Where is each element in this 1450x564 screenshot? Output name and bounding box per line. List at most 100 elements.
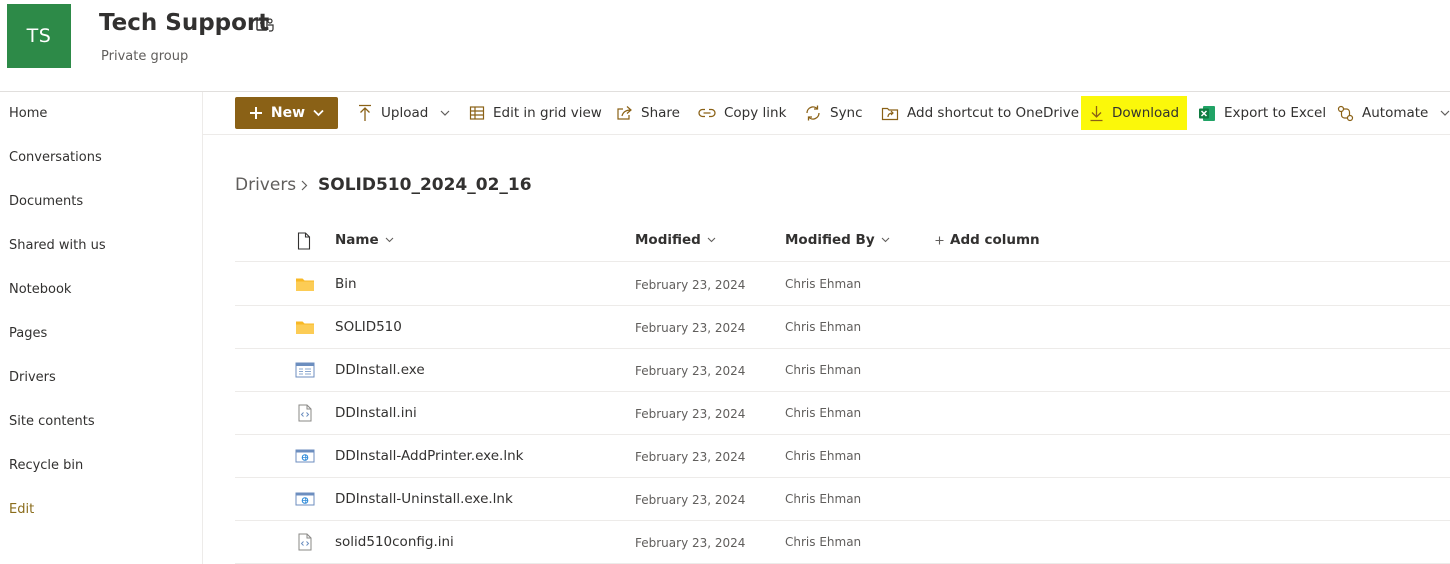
copy-link-button[interactable]: Copy link [698, 97, 786, 129]
chevron-down-icon [440, 110, 450, 116]
file-type-header-icon[interactable] [297, 232, 311, 250]
file-modified: February 23, 2024 [635, 536, 746, 550]
nav-item-documents[interactable]: Documents [9, 194, 83, 209]
code-file-icon [298, 533, 312, 551]
file-row-ddinstall-uninstall-lnk[interactable]: DDInstall-Uninstall.exe.lnk February 23,… [235, 478, 1450, 521]
column-header-modified[interactable]: Modified [635, 232, 716, 248]
new-button-label: New [270, 105, 306, 121]
file-name[interactable]: Bin [335, 276, 357, 292]
column-header-modified-by-label: Modified By [785, 232, 875, 248]
breadcrumb-current: SOLID510_2024_02_16 [318, 175, 532, 195]
new-button[interactable]: New [235, 97, 338, 129]
file-name[interactable]: DDInstall-Uninstall.exe.lnk [335, 491, 513, 507]
left-navigation: Home Conversations Documents Shared with… [0, 92, 203, 564]
download-icon [1090, 105, 1103, 121]
share-button[interactable]: Share [616, 97, 680, 129]
file-modified-by[interactable]: Chris Ehman [785, 449, 861, 463]
site-title[interactable]: Tech Support [99, 10, 269, 36]
file-modified: February 23, 2024 [635, 493, 746, 507]
folder-icon [296, 278, 314, 291]
nav-item-shared-with-us[interactable]: Shared with us [9, 238, 106, 253]
column-header-name-label: Name [335, 232, 379, 248]
plus-icon [249, 107, 262, 119]
automate-label: Automate [1362, 105, 1429, 121]
automate-button[interactable]: Automate [1337, 97, 1450, 129]
plus-icon [935, 236, 944, 244]
file-row-ddinstall-ini[interactable]: DDInstall.ini February 23, 2024 Chris Eh… [235, 392, 1450, 435]
chevron-down-icon [707, 237, 716, 243]
code-file-icon [298, 404, 312, 422]
site-logo[interactable]: TS [7, 4, 71, 68]
nav-item-notebook[interactable]: Notebook [9, 282, 71, 297]
nav-item-drivers[interactable]: Drivers [9, 370, 56, 385]
share-icon [617, 106, 632, 120]
copy-link-label: Copy link [724, 105, 787, 121]
download-button[interactable]: Download [1081, 96, 1188, 130]
site-subtitle: Private group [101, 49, 189, 64]
chevron-down-icon [881, 237, 890, 243]
column-header-name[interactable]: Name [335, 232, 394, 248]
file-modified: February 23, 2024 [635, 450, 746, 464]
folder-icon [296, 321, 314, 334]
upload-icon [359, 104, 371, 121]
teams-icon[interactable] [256, 16, 274, 34]
upload-button[interactable]: Upload [357, 97, 450, 129]
link-file-icon [295, 492, 315, 506]
nav-item-conversations[interactable]: Conversations [9, 150, 102, 165]
column-header-modified-by[interactable]: Modified By [785, 232, 890, 248]
sync-button[interactable]: Sync [804, 97, 863, 129]
add-column-label: Add column [950, 232, 1040, 248]
command-bar: New Upload Edit in grid view Share Copy … [203, 92, 1450, 135]
chevron-right-icon [301, 180, 308, 191]
file-name[interactable]: solid510config.ini [335, 534, 454, 550]
excel-icon [1199, 105, 1215, 121]
file-name[interactable]: DDInstall-AddPrinter.exe.lnk [335, 448, 523, 464]
edit-grid-view-label: Edit in grid view [493, 105, 602, 121]
shortcut-icon [881, 107, 899, 121]
file-row-ddinstall-addprinter-lnk[interactable]: DDInstall-AddPrinter.exe.lnk February 23… [235, 435, 1450, 478]
file-row-solid510[interactable]: SOLID510 February 23, 2024 Chris Ehman [235, 306, 1450, 349]
export-to-excel-button[interactable]: Export to Excel [1198, 97, 1326, 129]
add-shortcut-label: Add shortcut to OneDrive [907, 105, 1080, 121]
automate-icon [1337, 105, 1354, 121]
file-row-bin[interactable]: Bin February 23, 2024 Chris Ehman [235, 263, 1450, 306]
file-modified-by[interactable]: Chris Ehman [785, 277, 861, 291]
upload-label: Upload [381, 105, 429, 121]
chevron-down-icon [385, 237, 394, 243]
breadcrumb-parent-link[interactable]: Drivers [235, 175, 296, 195]
grid-icon [469, 106, 485, 120]
nav-item-home[interactable]: Home [9, 106, 47, 121]
file-modified-by[interactable]: Chris Ehman [785, 363, 861, 377]
file-modified-by[interactable]: Chris Ehman [785, 492, 861, 506]
file-modified: February 23, 2024 [635, 321, 746, 335]
export-to-excel-label: Export to Excel [1224, 105, 1327, 121]
add-shortcut-onedrive-button[interactable]: Add shortcut to OneDrive [881, 97, 1079, 129]
file-modified: February 23, 2024 [635, 278, 746, 292]
file-modified-by[interactable]: Chris Ehman [785, 320, 861, 334]
file-modified: February 23, 2024 [635, 364, 746, 378]
nav-item-recycle-bin[interactable]: Recycle bin [9, 458, 83, 473]
chevron-down-icon [313, 109, 324, 117]
nav-item-site-contents[interactable]: Site contents [9, 414, 95, 429]
list-header: Name Modified Modified By Add column [235, 220, 1450, 262]
file-name[interactable]: SOLID510 [335, 319, 402, 335]
file-name[interactable]: DDInstall.ini [335, 405, 417, 421]
chevron-down-icon [1440, 110, 1450, 116]
file-modified: February 23, 2024 [635, 407, 746, 421]
edit-grid-view-button[interactable]: Edit in grid view [469, 97, 602, 129]
link-file-icon [295, 449, 315, 463]
file-modified-by[interactable]: Chris Ehman [785, 406, 861, 420]
column-header-modified-label: Modified [635, 232, 701, 248]
add-column-button[interactable]: Add column [935, 232, 1040, 248]
file-row-ddinstall-exe[interactable]: DDInstall.exe February 23, 2024 Chris Eh… [235, 349, 1450, 392]
nav-edit-link[interactable]: Edit [9, 502, 34, 517]
link-icon [698, 108, 716, 118]
file-row-solid510config-ini[interactable]: solid510config.ini February 23, 2024 Chr… [235, 521, 1450, 564]
file-modified-by[interactable]: Chris Ehman [785, 535, 861, 549]
nav-item-pages[interactable]: Pages [9, 326, 47, 341]
file-name[interactable]: DDInstall.exe [335, 362, 425, 378]
sync-label: Sync [830, 105, 863, 121]
sync-icon [806, 105, 820, 121]
download-label: Download [1112, 105, 1180, 121]
exe-file-icon [295, 362, 315, 378]
